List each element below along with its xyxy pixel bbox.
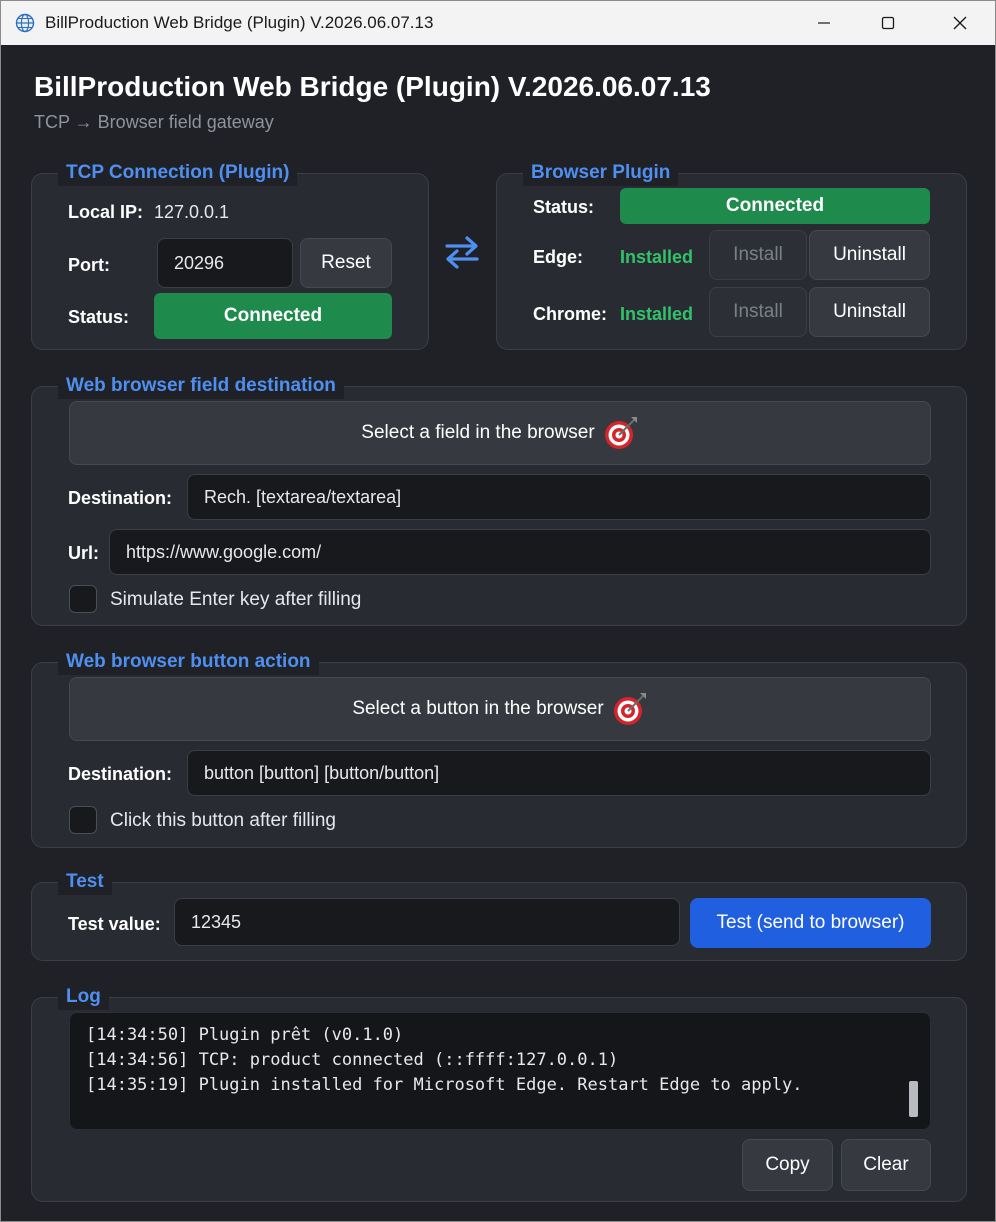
button-destination-input[interactable]: button [button] [button/button] bbox=[187, 750, 931, 796]
title-bar: BillProduction Web Bridge (Plugin) V.202… bbox=[1, 1, 995, 45]
page-title: BillProduction Web Bridge (Plugin) V.202… bbox=[34, 71, 711, 102]
chrome-installed-status: Installed bbox=[620, 304, 694, 324]
plugin-status-label: Status: bbox=[533, 197, 595, 217]
url-input[interactable]: https://www.google.com/ bbox=[109, 529, 931, 575]
app-window: BillProduction Web Bridge (Plugin) V.202… bbox=[0, 0, 996, 1222]
log-output[interactable]: [14:34:50] Plugin prêt (v0.1.0) [14:34:5… bbox=[69, 1012, 931, 1130]
select-field-button[interactable]: Select a field in the browser bbox=[69, 401, 931, 465]
browser-plugin-legend: Browser Plugin bbox=[523, 160, 679, 186]
maximize-button[interactable] bbox=[861, 1, 915, 45]
test-legend: Test bbox=[58, 869, 112, 895]
log-group: Log [14:34:50] Plugin prêt (v0.1.0) [14:… bbox=[31, 984, 967, 1202]
select-field-label: Select a field in the browser bbox=[361, 422, 595, 443]
tcp-connection-group: TCP Connection (Plugin) Local IP: 127.0.… bbox=[31, 160, 429, 350]
local-ip-label: Local IP: bbox=[68, 202, 144, 222]
chrome-uninstall-button[interactable]: Uninstall bbox=[809, 287, 930, 337]
edge-installed-status: Installed bbox=[620, 247, 694, 267]
log-line: [14:35:19] Plugin installed for Microsof… bbox=[86, 1075, 803, 1095]
chrome-label: Chrome: bbox=[533, 304, 608, 324]
target-icon bbox=[613, 693, 646, 725]
tcp-status-badge: Connected bbox=[154, 293, 392, 339]
edge-label: Edge: bbox=[533, 247, 584, 267]
log-line: [14:34:50] Plugin prêt (v0.1.0) bbox=[86, 1025, 404, 1045]
select-button-label: Select a button in the browser bbox=[352, 698, 604, 719]
globe-icon bbox=[15, 13, 35, 33]
simulate-enter-checkbox[interactable] bbox=[69, 585, 97, 613]
field-destination-legend: Web browser field destination bbox=[58, 373, 344, 399]
log-line: [14:34:56] TCP: product connected (::fff… bbox=[86, 1050, 619, 1070]
log-legend: Log bbox=[58, 984, 109, 1010]
button-action-group: Web browser button action Select a butto… bbox=[31, 649, 967, 848]
window-title: BillProduction Web Bridge (Plugin) V.202… bbox=[45, 13, 434, 32]
swap-arrows-icon bbox=[445, 236, 479, 269]
local-ip-value: 127.0.0.1 bbox=[154, 202, 230, 222]
edge-install-button[interactable]: Install bbox=[709, 230, 807, 280]
clear-log-button[interactable]: Clear bbox=[841, 1139, 931, 1191]
tcp-status-label: Status: bbox=[68, 307, 130, 327]
test-value-input[interactable]: 12345 bbox=[174, 898, 680, 946]
test-group: Test Test value: 12345 Test (send to bro… bbox=[31, 869, 967, 961]
close-icon bbox=[953, 16, 967, 30]
log-scrollbar[interactable] bbox=[909, 1081, 918, 1117]
port-input[interactable]: 20296 bbox=[157, 238, 293, 288]
plugin-status-badge: Connected bbox=[620, 188, 930, 224]
minimize-button[interactable] bbox=[797, 1, 851, 45]
select-button-button[interactable]: Select a button in the browser bbox=[69, 677, 931, 741]
chrome-install-button[interactable]: Install bbox=[709, 287, 807, 337]
tcp-connection-legend: TCP Connection (Plugin) bbox=[58, 160, 298, 186]
click-button-checkbox[interactable] bbox=[69, 806, 97, 834]
field-destination-label: Destination: bbox=[68, 488, 173, 508]
minimize-icon bbox=[818, 22, 830, 24]
copy-log-button[interactable]: Copy bbox=[742, 1139, 833, 1191]
close-button[interactable] bbox=[933, 1, 987, 45]
edge-uninstall-button[interactable]: Uninstall bbox=[809, 230, 930, 280]
target-icon bbox=[604, 417, 637, 449]
click-button-label[interactable]: Click this button after filling bbox=[110, 810, 336, 832]
url-label: Url: bbox=[68, 543, 99, 563]
test-value-label: Test value: bbox=[68, 914, 161, 934]
test-send-button[interactable]: Test (send to browser) bbox=[690, 898, 931, 948]
browser-plugin-group: Browser Plugin Status: Connected Edge: I… bbox=[496, 160, 967, 350]
button-action-legend: Web browser button action bbox=[58, 649, 319, 675]
field-destination-input[interactable]: Rech. [textarea/textarea] bbox=[187, 474, 931, 520]
port-label: Port: bbox=[68, 255, 110, 275]
reset-button[interactable]: Reset bbox=[300, 238, 392, 288]
simulate-enter-label[interactable]: Simulate Enter key after filling bbox=[110, 589, 361, 611]
field-destination-group: Web browser field destination Select a f… bbox=[31, 373, 967, 626]
page-subtitle: TCP → Browser field gateway bbox=[34, 112, 274, 132]
button-destination-label: Destination: bbox=[68, 764, 173, 784]
maximize-icon bbox=[881, 16, 895, 30]
